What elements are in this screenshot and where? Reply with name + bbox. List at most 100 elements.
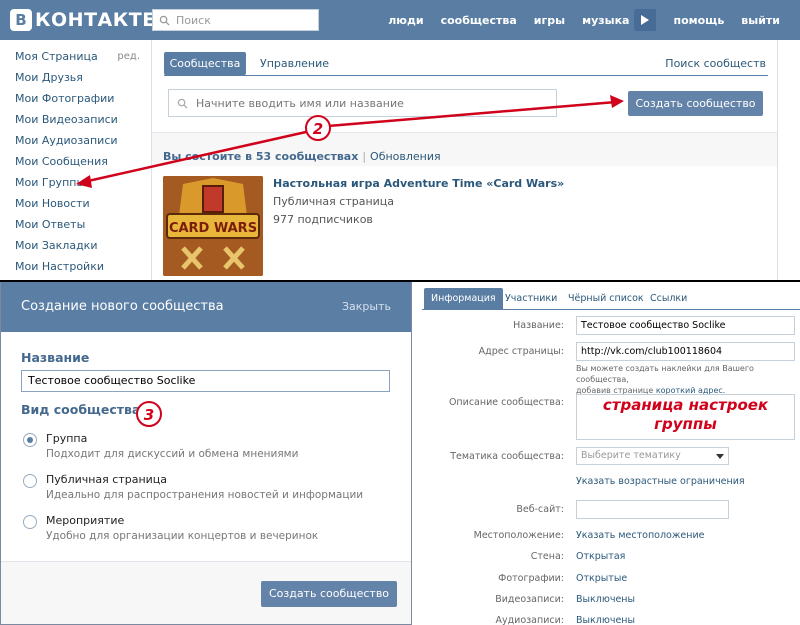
- option-desc: Идеально для распространения новостей и …: [46, 489, 364, 501]
- dialog-header: Создание нового сообщества Закрыть: [1, 282, 411, 332]
- description-label: Описание сообщества:: [448, 397, 564, 408]
- radio-group[interactable]: [23, 433, 37, 447]
- group-thumbnail[interactable]: CARD WARS: [163, 176, 263, 276]
- community-search-input[interactable]: Начните вводить имя или название: [168, 89, 557, 117]
- play-button[interactable]: [634, 9, 657, 31]
- radio-public-page[interactable]: [23, 474, 37, 488]
- tab-communities[interactable]: Сообщества: [164, 52, 246, 75]
- tab-info[interactable]: Информация: [424, 288, 503, 309]
- nav-help[interactable]: помощь: [673, 14, 724, 27]
- option-title: Публичная страница: [46, 473, 168, 486]
- community-search-placeholder: Начните вводить имя или название: [196, 96, 404, 110]
- sidebar: Моя Страница ред. Мои Друзья Мои Фотограф…: [15, 46, 145, 277]
- topic-label: Тематика сообщества:: [450, 451, 564, 462]
- photos-value[interactable]: Открытые: [576, 573, 627, 584]
- photos-label: Фотографии:: [498, 573, 564, 584]
- sidebar-item-bookmarks[interactable]: Мои Закладки: [15, 235, 145, 256]
- step-3-label: 3: [144, 406, 154, 424]
- play-icon: [641, 15, 650, 25]
- group-subscribers: 977 подписчиков: [273, 213, 373, 226]
- nav-games[interactable]: игры: [534, 14, 565, 27]
- nav-logout[interactable]: выйти: [741, 14, 780, 27]
- age-limits-link[interactable]: Указать возрастные ограничения: [576, 476, 745, 487]
- nav-communities[interactable]: сообщества: [441, 14, 517, 27]
- sidebar-item-audio[interactable]: Мои Аудиозаписи: [15, 130, 145, 151]
- sidebar-item-settings[interactable]: Мои Настройки: [15, 256, 145, 277]
- tab-manage[interactable]: Управление: [260, 52, 329, 75]
- communities-page: В КОНТАКТЕ Поиск люди сообщества игры му…: [0, 0, 800, 282]
- topic-select[interactable]: Выберите тематику: [576, 447, 729, 465]
- top-nav: люди сообщества игры музыка помощь выйти: [371, 0, 780, 40]
- wall-label: Стена:: [530, 551, 564, 562]
- tab-members[interactable]: Участники: [505, 288, 557, 309]
- topic-placeholder: Выберите тематику: [581, 450, 681, 461]
- sidebar-item-friends[interactable]: Мои Друзья: [15, 67, 145, 88]
- dialog-close-link[interactable]: Закрыть: [342, 300, 391, 313]
- sidebar-item-answers[interactable]: Мои Ответы: [15, 214, 145, 235]
- logo-lettering: CARD WARS: [169, 221, 257, 236]
- wall-value[interactable]: Открытая: [576, 551, 625, 562]
- option-desc: Подходит для дискуссий и обмена мнениями: [46, 448, 299, 460]
- tabs-underline: [164, 75, 768, 76]
- separator: |: [362, 150, 367, 163]
- website-label: Веб-сайт:: [516, 504, 564, 515]
- community-count-line: Вы состоите в 53 сообществах | Обновления: [163, 150, 441, 163]
- address-label: Адрес страницы:: [478, 346, 564, 357]
- group-type: Публичная страница: [273, 195, 395, 208]
- dialog-create-button[interactable]: Создать сообщество: [261, 581, 397, 607]
- dialog-title: Создание нового сообщества: [21, 299, 224, 314]
- address-note-line1: Вы можете создать наклейки для Вашего со…: [576, 364, 754, 384]
- create-community-button[interactable]: Создать сообщество: [628, 91, 763, 116]
- name-label: Название:: [513, 320, 564, 331]
- vk-logo[interactable]: В КОНТАКТЕ: [10, 8, 156, 32]
- communities-content: Сообщества Управление Поиск сообществ На…: [151, 40, 778, 282]
- community-count: Вы состоите в 53 сообществах: [163, 150, 359, 163]
- updates-link[interactable]: Обновления: [370, 150, 441, 163]
- logo-mark: В: [10, 9, 32, 31]
- type-label: Вид сообщества: [21, 402, 141, 417]
- group-settings-page: Информация Участники Чёрный список Ссылк…: [414, 282, 800, 625]
- group-title-link[interactable]: Настольная игра Adventure Time «Card War…: [273, 177, 564, 190]
- sidebar-item-label: Моя Страница: [15, 50, 98, 63]
- edit-link[interactable]: ред.: [117, 46, 140, 67]
- dropdown-arrow-icon: [716, 454, 724, 459]
- step-3-marker: [136, 401, 162, 427]
- audio-value[interactable]: Выключены: [576, 615, 635, 625]
- card-wars-logo: CARD WARS: [163, 176, 263, 276]
- option-desc: Удобно для организации концертов и вечер…: [46, 530, 319, 542]
- address-input[interactable]: http://vk.com/club100118604: [576, 342, 795, 361]
- sidebar-item-news[interactable]: Мои Новости: [15, 193, 145, 214]
- sidebar-item-my-page[interactable]: Моя Страница ред.: [15, 46, 145, 67]
- video-label: Видеозаписи:: [495, 594, 564, 605]
- location-label: Местоположение:: [473, 530, 564, 541]
- sidebar-item-videos[interactable]: Мои Видеозаписи: [15, 109, 145, 130]
- community-name-input[interactable]: Тестовое сообщество Soclike: [21, 370, 390, 392]
- header-search-input[interactable]: Поиск: [152, 9, 319, 31]
- group-name-input[interactable]: Тестовое сообщество Soclike: [576, 316, 795, 335]
- sidebar-item-groups[interactable]: Мои Группы: [15, 172, 145, 193]
- option-title: Мероприятие: [46, 514, 125, 527]
- nav-people[interactable]: люди: [388, 14, 423, 27]
- create-community-dialog: Создание нового сообщества Закрыть Назва…: [0, 282, 412, 625]
- name-label: Название: [21, 350, 90, 365]
- location-link[interactable]: Указать местоположение: [576, 530, 705, 541]
- header-search-placeholder: Поиск: [176, 13, 211, 27]
- address-note: Вы можете создать наклейки для Вашего со…: [576, 363, 800, 396]
- website-input[interactable]: [576, 500, 729, 519]
- search-communities-link[interactable]: Поиск сообществ: [665, 52, 766, 75]
- settings-annotation: страница настроек группы: [602, 396, 769, 433]
- option-title: Группа: [46, 432, 88, 445]
- site-header: В КОНТАКТЕ Поиск люди сообщества игры му…: [0, 0, 800, 40]
- video-value[interactable]: Выключены: [576, 594, 635, 605]
- audio-label: Аудиозаписи:: [495, 615, 564, 625]
- logo-text: КОНТАКТЕ: [35, 9, 156, 31]
- search-icon: [177, 98, 188, 109]
- nav-music[interactable]: музыка: [582, 14, 629, 27]
- tabs-underline: [422, 309, 800, 310]
- tab-blacklist[interactable]: Чёрный список: [568, 288, 644, 309]
- search-icon: [159, 15, 170, 26]
- sidebar-item-messages[interactable]: Мои Сообщения: [15, 151, 145, 172]
- sidebar-item-photos[interactable]: Мои Фотографии: [15, 88, 145, 109]
- tab-links[interactable]: Ссылки: [650, 288, 687, 309]
- radio-event[interactable]: [23, 515, 37, 529]
